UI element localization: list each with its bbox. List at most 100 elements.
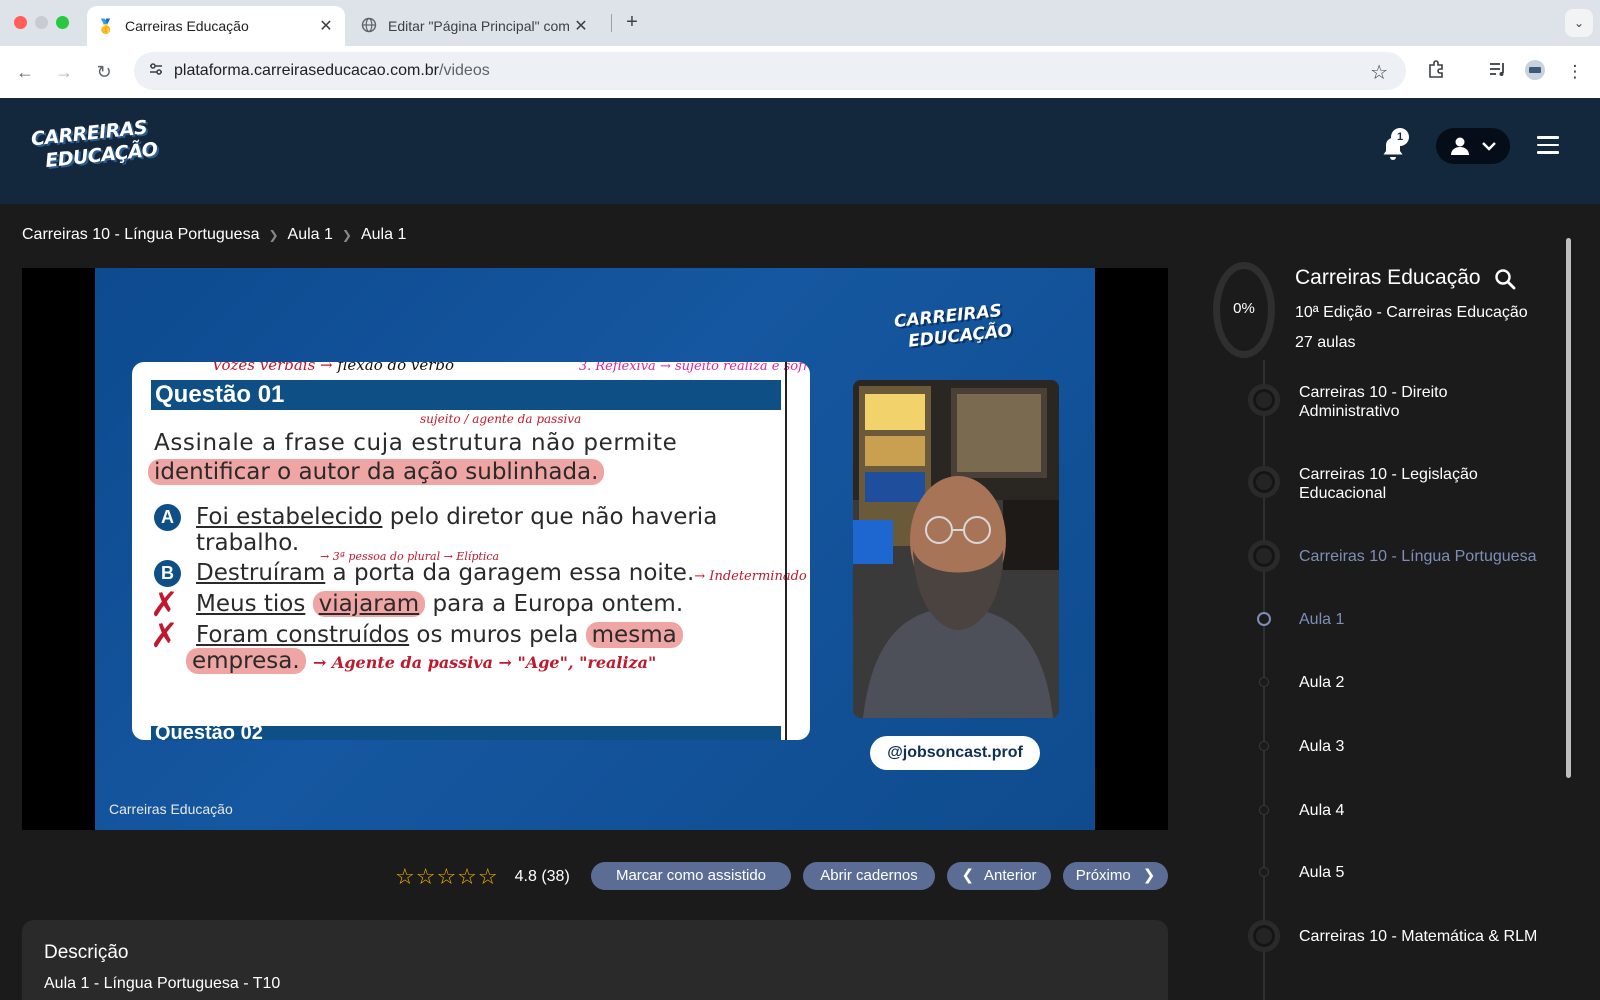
- media-control-icon[interactable]: [1484, 59, 1510, 85]
- rating-score: 4.8 (38): [514, 868, 570, 885]
- user-icon: [1451, 137, 1469, 155]
- tab-title: Carreiras Educação: [125, 18, 249, 34]
- url-path: /videos: [439, 62, 490, 79]
- option-a-line1: Foi estabelecido pelo diretor que não ha…: [196, 504, 718, 530]
- description-body: Aula 1 - Língua Portuguesa - T10: [44, 975, 281, 992]
- video-caption: Carreiras Educação: [109, 801, 233, 817]
- close-window-button[interactable]: [14, 16, 27, 29]
- presenter-handle: @jobsoncast.prof: [870, 736, 1040, 770]
- hamburger-menu-icon[interactable]: [1537, 136, 1559, 154]
- description-title: Descrição: [44, 942, 129, 963]
- tab-title: Editar "Página Principal" com: [388, 18, 570, 34]
- previous-button[interactable]: ❮ Anterior: [947, 862, 1051, 890]
- sidebar-scrollbar[interactable]: [1566, 238, 1571, 778]
- module-node-icon: [1248, 540, 1280, 572]
- forward-icon[interactable]: →: [51, 59, 77, 85]
- option-d-crossed-icon: ✗: [150, 617, 179, 655]
- slide-annotation-agent: sujeito / agente da passiva: [420, 412, 582, 426]
- address-bar[interactable]: plataforma.carreiraseducacao.com.br/vide…: [134, 52, 1406, 90]
- module-node-icon: [1248, 466, 1280, 498]
- close-tab-icon[interactable]: ✕: [317, 16, 335, 36]
- breadcrumb: Carreiras 10 - Língua Portuguesa ❯ Aula …: [22, 226, 406, 244]
- tab-search-button[interactable]: ⌄: [1565, 9, 1593, 37]
- slide-stem-line1: Assinale a frase cuja estrutura não perm…: [154, 430, 678, 456]
- open-notebooks-button[interactable]: Abrir cadernos: [803, 862, 935, 890]
- bookmark-star-icon[interactable]: ☆: [1370, 60, 1388, 85]
- sidebar-item-aula-1[interactable]: Aula 1: [1299, 610, 1549, 629]
- slide-stem-line2: identificar o autor da ação sublinhada.: [148, 459, 605, 485]
- tab-carreiras-educacao[interactable]: 🥇 Carreiras Educação ✕: [87, 6, 345, 46]
- option-a-line2: trabalho.: [196, 530, 300, 556]
- sidebar-item-direito-administrativo[interactable]: Carreiras 10 - Direito Administrativo: [1299, 383, 1549, 421]
- chevron-right-icon: ❯: [1142, 867, 1156, 884]
- description-panel: Descrição Aula 1 - Língua Portuguesa - T…: [22, 920, 1168, 1000]
- rating-stars[interactable]: ☆☆☆☆☆: [395, 864, 499, 890]
- option-b-badge: B: [154, 560, 181, 587]
- tab-editar-pagina[interactable]: Editar "Página Principal" com ✕: [350, 6, 600, 46]
- browser-menu-icon[interactable]: ⋮: [1562, 59, 1588, 85]
- medal-icon: 🥇: [97, 17, 115, 34]
- chevron-right-icon: ❯: [268, 228, 279, 242]
- lesson-node-icon: [1259, 741, 1269, 751]
- sidebar-item-aula-2[interactable]: Aula 2: [1299, 673, 1549, 692]
- module-node-icon: [1248, 920, 1280, 952]
- lesson-rating: ☆☆☆☆☆ 4.8 (38): [395, 864, 570, 890]
- module-node-icon: [1248, 384, 1280, 416]
- video-watermark-logo: CARREIRAS EDUCAÇÃO: [893, 300, 1013, 352]
- lesson-node-active-icon: [1257, 612, 1271, 626]
- option-a-badge: A: [154, 504, 181, 531]
- sidebar-course-title: Carreiras Educação: [1295, 266, 1481, 289]
- breadcrumb-item-lesson: Aula 1: [360, 226, 407, 243]
- lesson-slide: Vozes verbais → flexão do verbo 3. Refle…: [132, 362, 810, 740]
- slide-divider: [785, 362, 787, 740]
- video-frame[interactable]: CARREIRAS EDUCAÇÃO Vozes verbais → flexã…: [95, 268, 1095, 830]
- breadcrumb-item-course[interactable]: Carreiras 10 - Língua Portuguesa: [22, 226, 259, 244]
- browser-tab-bar: 🥇 Carreiras Educação ✕ Editar "Página Pr…: [0, 0, 1600, 46]
- sidebar-item-aula-4[interactable]: Aula 4: [1299, 801, 1549, 820]
- profile-avatar-icon[interactable]: [1522, 59, 1548, 85]
- chevron-down-icon: [1482, 142, 1496, 151]
- chevron-left-icon: ❮: [961, 867, 975, 884]
- slide-next-question-title: Questão 02: [155, 722, 263, 740]
- maximize-window-button[interactable]: [56, 16, 69, 29]
- site-header: CARREIRAS EDUCAÇÃO: [0, 98, 1600, 204]
- search-icon[interactable]: [1494, 268, 1516, 290]
- site-logo[interactable]: CARREIRAS EDUCAÇÃO: [30, 116, 158, 178]
- presenter-webcam: [853, 380, 1059, 718]
- option-d-line2: empresa. → Agente da passiva → "Age", "r…: [186, 648, 656, 674]
- chevron-right-icon: ❯: [341, 228, 352, 242]
- course-progress-value: 0%: [1233, 300, 1255, 317]
- reload-icon[interactable]: ↻: [91, 59, 117, 85]
- logo-wordmark: CARREIRAS EDUCAÇÃO: [29, 116, 159, 173]
- notification-badge: 1: [1391, 128, 1409, 146]
- video-player[interactable]: CARREIRAS EDUCAÇÃO Vozes verbais → flexã…: [22, 268, 1168, 830]
- user-menu-button[interactable]: [1436, 128, 1510, 164]
- option-c-crossed-icon: ✗: [150, 586, 179, 624]
- sidebar-item-legislacao-educacional[interactable]: Carreiras 10 - Legislação Educacional: [1299, 465, 1549, 503]
- next-button[interactable]: Próximo ❯: [1063, 862, 1168, 890]
- option-b-line: Destruíram a porta da garagem essa noite…: [196, 560, 807, 586]
- breadcrumb-item-module[interactable]: Aula 1: [288, 226, 333, 244]
- sidebar-lesson-count: 27 aulas: [1295, 334, 1356, 351]
- mark-watched-button[interactable]: Marcar como assistido: [591, 862, 791, 890]
- sidebar-item-lingua-portuguesa[interactable]: Carreiras 10 - Língua Portuguesa: [1299, 547, 1549, 566]
- globe-icon: [360, 17, 378, 36]
- url-text[interactable]: plataforma.carreiraseducacao.com.br/vide…: [174, 62, 490, 80]
- sidebar-item-aula-3[interactable]: Aula 3: [1299, 737, 1549, 756]
- sidebar-edition: 10ª Edição - Carreiras Educação: [1295, 304, 1528, 321]
- option-d-line1: Foram construídos os muros pela mesma: [196, 622, 683, 648]
- option-c-line: Meus tios viajaram para a Europa ontem.: [196, 591, 684, 617]
- lesson-node-icon: [1259, 805, 1269, 815]
- site-settings-icon[interactable]: [146, 61, 166, 81]
- tab-separator: [611, 14, 612, 32]
- extensions-icon[interactable]: [1423, 59, 1449, 85]
- sidebar-item-aula-5[interactable]: Aula 5: [1299, 863, 1549, 882]
- sidebar-item-matematica-rlm[interactable]: Carreiras 10 - Matemática & RLM: [1299, 927, 1549, 946]
- url-host: plataforma.carreiraseducacao.com.br: [174, 62, 440, 79]
- back-icon[interactable]: ←: [12, 59, 38, 85]
- close-tab-icon[interactable]: ✕: [572, 16, 590, 36]
- lesson-node-icon: [1259, 867, 1269, 877]
- minimize-window-button[interactable]: [35, 16, 48, 29]
- new-tab-button[interactable]: +: [620, 10, 644, 34]
- lesson-node-icon: [1259, 677, 1269, 687]
